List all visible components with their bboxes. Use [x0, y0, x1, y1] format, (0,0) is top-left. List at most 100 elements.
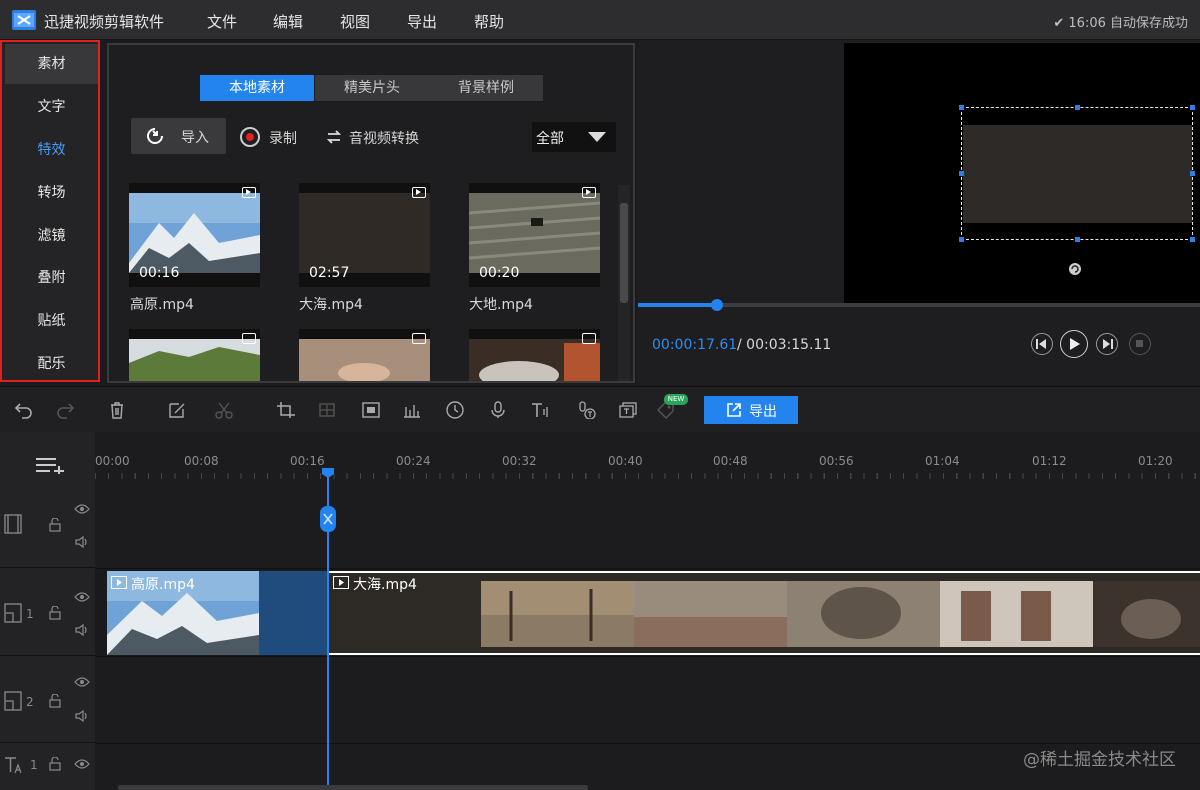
- tab-intros[interactable]: 精美片头: [315, 75, 429, 101]
- speaker-icon[interactable]: [75, 536, 89, 548]
- media-item[interactable]: 00:20: [469, 183, 600, 289]
- text-track-icon: [5, 757, 22, 774]
- text-to-speech-icon[interactable]: [530, 401, 550, 419]
- media-item[interactable]: [299, 329, 430, 381]
- menu-help[interactable]: 帮助: [474, 11, 504, 32]
- tick-label: 01:04: [925, 454, 960, 468]
- menu-export[interactable]: 导出: [407, 11, 437, 32]
- tab-backgrounds[interactable]: 背景样例: [429, 75, 543, 101]
- video-icon: [582, 187, 596, 198]
- sidebar-item-music[interactable]: 配乐: [5, 344, 98, 384]
- cut-icon[interactable]: [214, 401, 234, 419]
- import-button[interactable]: 导入: [131, 118, 226, 154]
- duration: 02:57: [309, 265, 350, 281]
- redo-icon[interactable]: [55, 401, 75, 419]
- tick-label: 00:32: [502, 454, 537, 468]
- video-icon: [242, 187, 256, 198]
- resize-handle[interactable]: [959, 237, 964, 242]
- import-icon: [147, 128, 163, 144]
- sidebar-item-material[interactable]: 素材: [5, 44, 98, 84]
- sidebar-item-effects[interactable]: 特效: [5, 130, 98, 170]
- sidebar-item-overlay[interactable]: 叠附: [5, 258, 98, 298]
- play-button[interactable]: [1060, 330, 1088, 358]
- track-number: 2: [26, 695, 34, 709]
- sidebar-item-stickers[interactable]: 贴纸: [5, 301, 98, 341]
- resize-handle[interactable]: [1190, 171, 1195, 176]
- media-scrollbar[interactable]: [618, 185, 630, 381]
- delete-icon[interactable]: [107, 401, 127, 419]
- media-item[interactable]: 02:57: [299, 183, 430, 289]
- preview-canvas: [844, 43, 1200, 303]
- prev-frame-button[interactable]: [1031, 333, 1053, 355]
- overlay-track-2[interactable]: [95, 657, 1200, 744]
- rotate-icon[interactable]: [1068, 262, 1082, 276]
- export-button[interactable]: 导出: [704, 396, 798, 424]
- video-icon: [242, 333, 256, 344]
- crop-icon[interactable]: [276, 401, 296, 419]
- timeline-clip[interactable]: 高原.mp4: [107, 571, 328, 655]
- pip-icon[interactable]: [361, 401, 381, 419]
- resize-handle[interactable]: [1075, 105, 1080, 110]
- tab-local-material[interactable]: 本地素材: [200, 75, 314, 101]
- lock-icon[interactable]: [49, 757, 61, 771]
- stop-button[interactable]: [1129, 333, 1151, 355]
- speed-icon[interactable]: [445, 401, 465, 419]
- resize-handle[interactable]: [959, 105, 964, 110]
- record-label[interactable]: 录制: [269, 128, 297, 148]
- sidebar-item-filters[interactable]: 滤镜: [5, 216, 98, 256]
- speech-to-text-icon[interactable]: [576, 401, 596, 419]
- mosaic-icon[interactable]: [317, 401, 337, 419]
- progress-handle[interactable]: [711, 299, 723, 311]
- resize-handle[interactable]: [959, 171, 964, 176]
- convert-icon: [326, 130, 342, 144]
- audio-levels-icon[interactable]: [402, 401, 422, 419]
- video-track[interactable]: [95, 482, 1200, 569]
- eye-icon[interactable]: [74, 592, 90, 602]
- media-item[interactable]: 00:16: [129, 183, 260, 289]
- subtitle-icon[interactable]: [618, 401, 638, 419]
- menu-file[interactable]: 文件: [207, 11, 237, 32]
- undo-icon[interactable]: [14, 401, 34, 419]
- media-item[interactable]: [129, 329, 260, 381]
- video-icon: [333, 576, 349, 589]
- selection-box[interactable]: [959, 105, 1195, 242]
- left-sidebar: 素材 文字 特效 转场 滤镜 叠附 贴纸 配乐: [0, 40, 100, 382]
- resize-handle[interactable]: [1190, 237, 1195, 242]
- timeline-clip[interactable]: 大海.mp4: [329, 571, 1200, 655]
- tick-label: 00:24: [396, 454, 431, 468]
- play-icon: [1070, 338, 1080, 350]
- timeline-panel: 1 2 1 00:00 00:08 00:16 00:24 00:32 00:4…: [0, 432, 1200, 790]
- timeline-scrollbar[interactable]: [118, 785, 588, 790]
- filter-dropdown[interactable]: 全部: [532, 122, 616, 152]
- speaker-icon[interactable]: [75, 624, 89, 636]
- convert-label[interactable]: 音视频转换: [349, 128, 419, 148]
- time-ruler[interactable]: 00:00 00:08 00:16 00:24 00:32 00:40 00:4…: [95, 449, 1200, 479]
- sidebar-item-text[interactable]: 文字: [5, 87, 98, 127]
- lock-icon[interactable]: [49, 518, 61, 532]
- speaker-icon[interactable]: [75, 710, 89, 722]
- eye-icon[interactable]: [74, 759, 90, 769]
- eye-icon[interactable]: [74, 677, 90, 687]
- record-icon[interactable]: [240, 127, 260, 147]
- overlay-track-1[interactable]: 高原.mp4 大海.mp4: [95, 569, 1200, 657]
- eye-icon[interactable]: [74, 504, 90, 514]
- menu-bar: 迅捷视频剪辑软件 文件 编辑 视图 导出 帮助 ✔ 16:06 自动保存成功: [0, 0, 1200, 40]
- add-track-icon[interactable]: [36, 456, 64, 474]
- edit-icon[interactable]: [167, 401, 187, 419]
- tick-label: 01:12: [1032, 454, 1067, 468]
- menu-edit[interactable]: 编辑: [273, 11, 303, 32]
- next-frame-button[interactable]: [1096, 333, 1118, 355]
- media-item[interactable]: [469, 329, 600, 381]
- menu-view[interactable]: 视图: [340, 11, 370, 32]
- resize-handle[interactable]: [1190, 105, 1195, 110]
- lock-icon[interactable]: [49, 694, 61, 708]
- sidebar-item-transitions[interactable]: 转场: [5, 173, 98, 213]
- split-marker[interactable]: [320, 506, 336, 532]
- film-icon: [4, 514, 22, 534]
- resize-handle[interactable]: [1075, 237, 1080, 242]
- lock-icon[interactable]: [49, 606, 61, 620]
- microphone-icon[interactable]: [488, 401, 508, 419]
- step-back-icon: [1036, 339, 1046, 349]
- ruler-ticks: [95, 473, 1200, 479]
- tick-label: 00:48: [713, 454, 748, 468]
